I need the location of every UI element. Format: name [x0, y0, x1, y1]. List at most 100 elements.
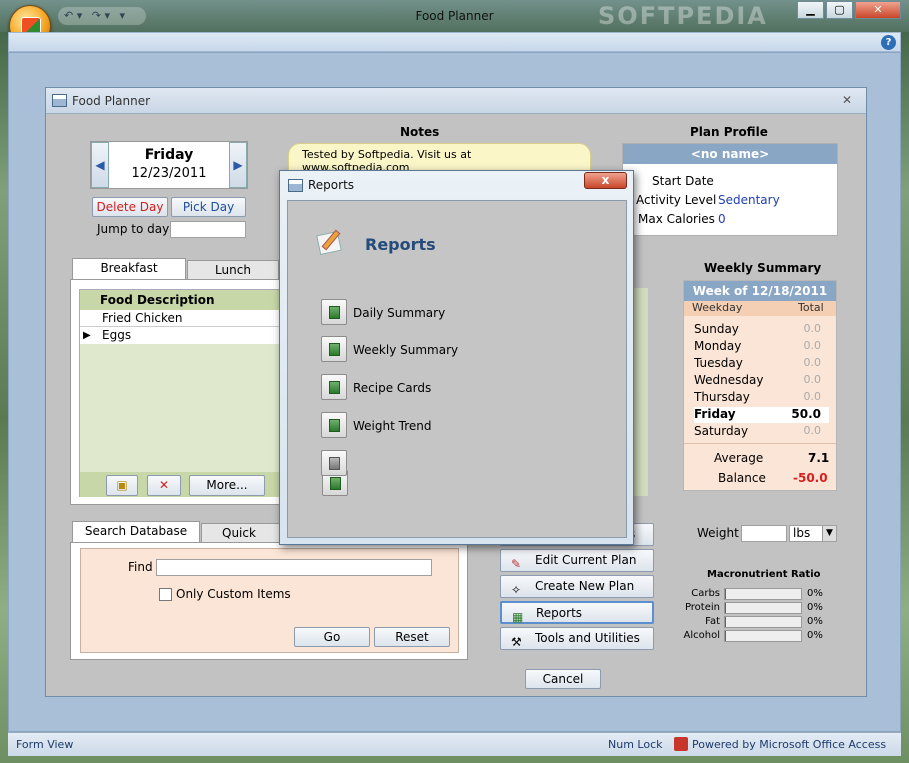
find-input[interactable]: [156, 559, 432, 576]
macro-name: Fat: [705, 616, 720, 627]
minimize-button[interactable]: ▁: [797, 1, 824, 19]
quick-access-toolbar[interactable]: ↶ ▾ ↷ ▾ ▾: [58, 7, 146, 25]
tab-search-database[interactable]: Search Database: [72, 521, 200, 543]
row-selector-icon: ▶: [83, 330, 91, 341]
delete-day-button[interactable]: Delete Day: [92, 197, 168, 217]
reports-button[interactable]: ▦ Reports: [500, 601, 654, 624]
dialog-close-button[interactable]: x: [584, 172, 627, 189]
custom-items-label: Only Custom Items: [176, 587, 291, 601]
more-button[interactable]: More...: [189, 475, 265, 496]
notes-title: Notes: [400, 125, 440, 139]
tools-label: Tools and Utilities: [535, 631, 640, 645]
jump-to-day-label: Jump to day: [97, 222, 170, 236]
prev-day-button[interactable]: ◀: [91, 142, 109, 188]
chevron-down-icon: ▼: [822, 526, 836, 541]
close-button[interactable]: ✕: [855, 1, 901, 19]
tab-quick-add[interactable]: Quick Add: [201, 523, 281, 559]
weekday-total: 0.0: [803, 339, 822, 352]
reports-pencil-icon: [314, 227, 346, 257]
undo-icon[interactable]: ↶ ▾: [64, 7, 82, 25]
empty-report-button[interactable]: [321, 450, 347, 476]
macro-name: Alcohol: [683, 630, 720, 641]
macro-bar-fill: [725, 603, 726, 613]
weekday-row[interactable]: Thursday 0.0: [694, 390, 829, 406]
weekday-total: 0.0: [803, 424, 822, 437]
weekday-name: Monday: [694, 339, 742, 353]
weekday-total: 0.0: [803, 390, 822, 403]
dialog-titlebar: Reports x: [280, 171, 633, 199]
table-row[interactable]: Eggs: [80, 327, 279, 344]
max-calories-value[interactable]: 0: [718, 212, 726, 226]
weekday-row[interactable]: Saturday 0.0: [694, 424, 829, 440]
weekday-row-selected[interactable]: Friday 50.0: [694, 407, 829, 423]
form-icon: [52, 94, 67, 107]
divider: [684, 443, 836, 444]
food-table: Food Description Fried Chicken Eggs ▶: [79, 289, 280, 497]
reports-icon: ▦: [512, 610, 524, 624]
recipe-cards-label: Recipe Cards: [353, 381, 432, 395]
maximize-button[interactable]: ▢: [826, 1, 853, 19]
recipe-cards-button[interactable]: [321, 374, 347, 400]
weekday-row[interactable]: Monday 0.0: [694, 339, 829, 355]
go-button[interactable]: Go: [294, 627, 370, 647]
report-icon: [329, 457, 340, 470]
macro-name: Protein: [684, 602, 720, 613]
weight-input[interactable]: [741, 525, 787, 542]
custom-items-checkbox[interactable]: [159, 588, 172, 601]
profile-name[interactable]: <no name>: [623, 144, 837, 164]
weekday-row[interactable]: Wednesday 0.0: [694, 373, 829, 389]
cancel-button[interactable]: Cancel: [525, 669, 601, 689]
delete-food-button[interactable]: ✕: [147, 475, 181, 496]
report-icon: [329, 419, 340, 432]
reset-button[interactable]: Reset: [374, 627, 450, 647]
macro-bar: [724, 602, 802, 614]
tab-breakfast[interactable]: Breakfast: [72, 258, 186, 280]
pick-day-button[interactable]: Pick Day: [171, 197, 246, 217]
jump-to-day-input[interactable]: [170, 221, 246, 238]
report-icon: [330, 477, 341, 490]
weight-unit-select[interactable]: lbs ▼: [789, 525, 837, 542]
weekly-summary-title: Weekly Summary: [704, 261, 822, 275]
macro-pct: 0%: [807, 602, 823, 613]
edit-plan-button[interactable]: ✎ Edit Current Plan: [500, 549, 654, 572]
daily-summary-button[interactable]: [321, 299, 347, 325]
weekday-name: Thursday: [694, 390, 750, 404]
day-date: 12/23/2011: [131, 166, 207, 181]
redo-icon[interactable]: ↷ ▾: [92, 7, 110, 25]
edit-plan-label: Edit Current Plan: [535, 553, 637, 567]
macro-pct: 0%: [807, 616, 823, 627]
wand-icon: ✧: [511, 583, 522, 597]
tab-lunch[interactable]: Lunch: [187, 260, 279, 280]
notes-box[interactable]: Tested by Softpedia. Visit us at www.sof…: [288, 143, 591, 173]
col-total: Total: [798, 301, 824, 314]
form-close-icon[interactable]: ✕: [842, 93, 852, 107]
help-icon[interactable]: ?: [881, 35, 896, 50]
status-powered-by: Powered by Microsoft Office Access: [692, 738, 887, 751]
weekday-row[interactable]: Tuesday 0.0: [694, 356, 829, 372]
reports-label: Reports: [536, 606, 583, 620]
daily-summary-label: Daily Summary: [353, 306, 446, 320]
macro-bar: [724, 588, 802, 600]
tools-button[interactable]: ⚒ Tools and Utilities: [500, 627, 654, 650]
status-num-lock: Num Lock: [608, 738, 663, 751]
weekly-summary-box: Week of 12/18/2011 Weekday Total Sunday 0…: [683, 280, 837, 491]
dialog-title: Reports: [308, 178, 355, 192]
window-titlebar: Food Planner SOFTPEDIA ↶ ▾ ↷ ▾ ▾ ▁ ▢ ✕: [0, 0, 909, 32]
activity-level-value[interactable]: Sedentary: [718, 193, 780, 207]
create-plan-button[interactable]: ✧ Create New Plan: [500, 575, 654, 598]
start-date-label: Start Date: [652, 174, 714, 188]
form-titlebar: Food Planner ✕: [46, 88, 866, 114]
weight-trend-button[interactable]: [321, 412, 347, 438]
add-food-button[interactable]: ▣: [106, 475, 138, 496]
macro-bar-fill: [725, 589, 726, 599]
edit-icon: ✎: [511, 557, 522, 571]
weekday-row[interactable]: Sunday 0.0: [694, 322, 829, 338]
table-row[interactable]: Fried Chicken: [80, 310, 279, 327]
customize-icon[interactable]: ▾: [120, 7, 126, 25]
tools-icon: ⚒: [511, 635, 522, 649]
weekday-name: Friday: [694, 407, 736, 421]
weight-label: Weight: [697, 526, 739, 540]
macro-row: Carbs 0%: [680, 588, 830, 601]
weekly-summary-button[interactable]: [321, 336, 347, 362]
next-day-button[interactable]: ▶: [229, 142, 247, 188]
